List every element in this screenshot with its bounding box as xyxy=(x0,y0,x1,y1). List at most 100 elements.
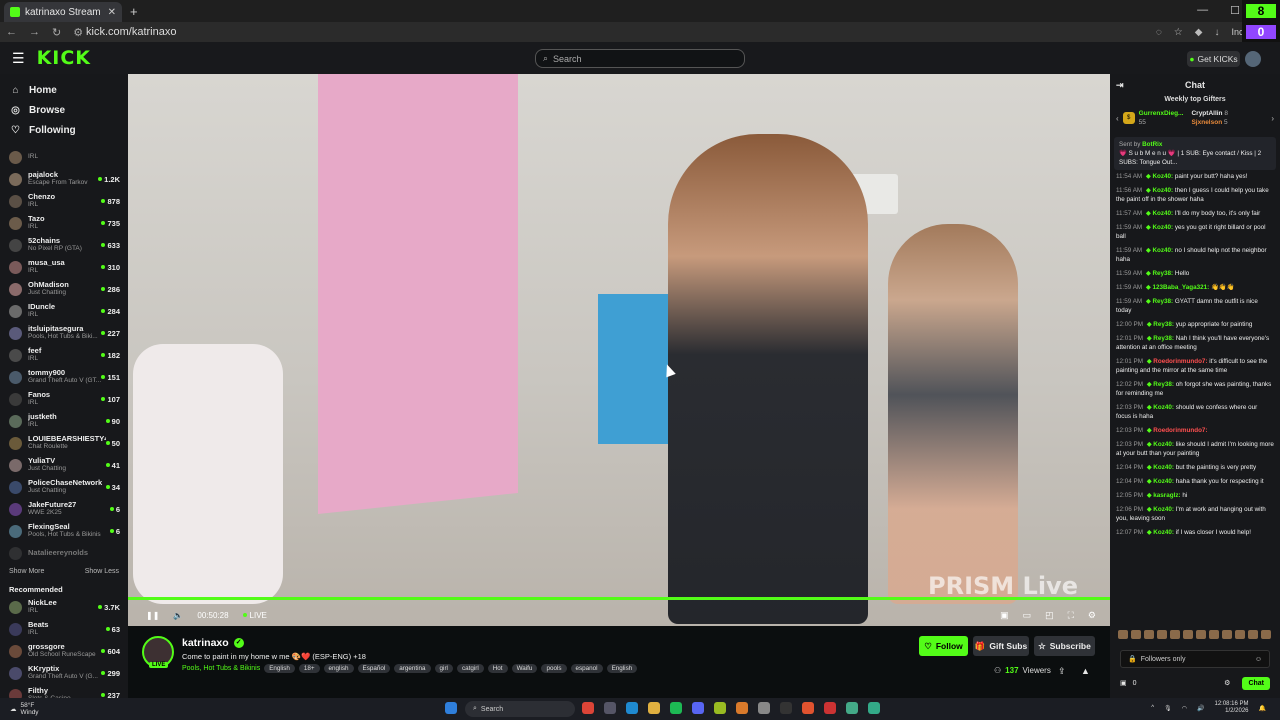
message-user[interactable]: Koz40: xyxy=(1152,210,1173,217)
emote-icon[interactable] xyxy=(1144,630,1154,639)
get-kicks-button[interactable]: ● Get KICKs xyxy=(1187,51,1240,67)
weather-widget[interactable]: ☁ 58°F Windy xyxy=(10,702,39,716)
message-user[interactable]: Koz40: xyxy=(1153,506,1174,513)
chevron-right-icon[interactable]: › xyxy=(1271,114,1274,123)
channel-item[interactable]: Chenzo IRL 878 xyxy=(0,190,128,212)
message-user[interactable]: kasraglz: xyxy=(1153,492,1180,499)
emote-icon[interactable] xyxy=(1183,630,1193,639)
message-user[interactable]: 123Baba_Yaga321: xyxy=(1152,284,1209,291)
channel-item[interactable]: grossgore Old School RuneScape 604 xyxy=(0,640,128,662)
emote-icon[interactable] xyxy=(1222,630,1232,639)
new-tab-icon[interactable]: + xyxy=(130,4,138,19)
message-user[interactable]: Rey38: xyxy=(1153,321,1174,328)
emote-icon[interactable] xyxy=(1248,630,1258,639)
browser-tab[interactable]: katrinaxo Stream - Watch L ✕ xyxy=(4,2,122,22)
theater-icon[interactable]: ▭ xyxy=(1023,610,1032,621)
emote-icon[interactable] xyxy=(1261,630,1271,639)
share-icon[interactable]: ⇪ xyxy=(1058,666,1066,677)
volume-icon[interactable]: 🔈 xyxy=(173,611,183,620)
site-info-icon[interactable]: ⚙ xyxy=(73,26,83,39)
chevron-up-icon[interactable]: ^ xyxy=(1151,705,1154,711)
channel-item[interactable]: KKryptix Grand Theft Auto V (G... 299 xyxy=(0,662,128,684)
search-input[interactable]: ⌕ Search xyxy=(535,49,745,68)
gift-subs-button[interactable]: 🎁 Gift Subs xyxy=(973,636,1029,656)
discord-icon[interactable] xyxy=(692,702,704,714)
channel-item[interactable]: JakeFuture27 WWE 2K25 6 xyxy=(0,498,128,520)
maximize-icon[interactable]: ☐ xyxy=(1230,4,1240,17)
stream-tag[interactable]: girl xyxy=(434,664,453,673)
reload-icon[interactable]: ↻ xyxy=(52,26,61,39)
forward-icon[interactable]: → xyxy=(29,26,40,39)
message-user[interactable]: Roedorinmundo7: xyxy=(1153,427,1207,434)
emote-icon[interactable] xyxy=(1235,630,1245,639)
channel-item[interactable]: Natalieereynolds xyxy=(0,542,128,564)
channel-item[interactable]: pajalock Escape From Tarkov 1.2K xyxy=(0,168,128,190)
volume-icon[interactable]: 🔊 xyxy=(1197,705,1204,712)
tab-close-icon[interactable]: ✕ xyxy=(108,7,116,18)
channel-item[interactable]: tommy900 Grand Theft Auto V (GT... 151 xyxy=(0,366,128,388)
terminal-icon[interactable] xyxy=(780,702,792,714)
message-user[interactable]: Koz40: xyxy=(1152,173,1173,180)
channel-item[interactable]: justketh IRL 90 xyxy=(0,410,128,432)
clock[interactable]: 12:08:16 PM 1/2/2026 xyxy=(1214,701,1248,715)
message-user[interactable]: Koz40: xyxy=(1153,441,1174,448)
channel-item[interactable]: PoliceChaseNetwork Just Chatting 34 xyxy=(0,476,128,498)
message-user[interactable]: Koz40: xyxy=(1153,464,1174,471)
report-icon[interactable]: ▲ xyxy=(1081,666,1090,676)
stream-tag[interactable]: Waifu xyxy=(511,664,538,673)
wifi-icon[interactable]: ◠ xyxy=(1182,705,1187,712)
gifter-name[interactable]: Sjxnelson xyxy=(1191,119,1222,126)
app-icon[interactable] xyxy=(736,702,748,714)
gifter-name[interactable]: GurrenxDieg... xyxy=(1139,109,1184,118)
stream-tag[interactable]: pools xyxy=(541,664,567,673)
stream-tag[interactable]: english xyxy=(323,664,354,673)
subscribe-button[interactable]: ☆ Subscribe xyxy=(1034,636,1095,656)
taskbar-search[interactable]: ⌕ Search xyxy=(465,701,575,717)
brave-icon[interactable] xyxy=(802,702,814,714)
pinned-user[interactable]: BotRix xyxy=(1142,141,1162,148)
follow-button[interactable]: ♡ Follow xyxy=(919,636,968,656)
app-icon[interactable] xyxy=(846,702,858,714)
message-user[interactable]: Rey38: xyxy=(1153,381,1174,388)
stream-tag[interactable]: 18+ xyxy=(298,664,320,673)
chevron-left-icon[interactable]: ‹ xyxy=(1116,114,1119,123)
app-icon[interactable] xyxy=(824,702,836,714)
channel-item[interactable]: FilthySlots & Casino 237 xyxy=(0,684,128,698)
emoji-picker-icon[interactable]: ☺ xyxy=(1255,656,1262,663)
emote-icon[interactable] xyxy=(1209,630,1219,639)
message-user[interactable]: Koz40: xyxy=(1153,529,1174,536)
emote-icon[interactable] xyxy=(1196,630,1206,639)
channel-item[interactable]: feef IRL 182 xyxy=(0,344,128,366)
message-user[interactable]: Koz40: xyxy=(1152,187,1173,194)
message-user[interactable]: Roedorinmundo7: xyxy=(1153,358,1207,365)
channel-item[interactable]: musa_usa IRL 310 xyxy=(0,256,128,278)
stream-tag[interactable]: Hot xyxy=(487,664,508,673)
app-icon[interactable] xyxy=(868,702,880,714)
chrome-icon[interactable] xyxy=(582,702,594,714)
channel-item[interactable]: itsluipitasegura Pools, Hot Tubs & Biki..… xyxy=(0,322,128,344)
chat-send-button[interactable]: Chat xyxy=(1242,676,1270,690)
menu-icon[interactable]: ☰ xyxy=(12,50,25,67)
message-user[interactable]: Koz40: xyxy=(1153,404,1174,411)
message-user[interactable]: Rey38: xyxy=(1153,335,1174,342)
channel-item[interactable]: 52chains No Pixel RP (GTA) 633 xyxy=(0,234,128,256)
star-icon[interactable]: ☆ xyxy=(1174,27,1183,38)
clip-icon[interactable]: ▣ xyxy=(1000,610,1009,621)
chat-settings-icon[interactable]: ⚙ xyxy=(1224,679,1230,687)
channel-item[interactable]: Fanos IRL 107 xyxy=(0,388,128,410)
mic-icon[interactable]: 🎙 xyxy=(1164,705,1172,712)
channel-item[interactable]: IRL xyxy=(0,146,128,168)
back-icon[interactable]: ← xyxy=(6,26,17,39)
emote-icon[interactable] xyxy=(1118,630,1128,639)
settings-icon[interactable]: ⚙ xyxy=(1088,610,1096,621)
nav-following[interactable]: ♡ Following xyxy=(0,120,128,140)
minimize-icon[interactable]: — xyxy=(1197,4,1208,17)
pip-icon[interactable]: ◰ xyxy=(1045,610,1054,621)
app-icon[interactable] xyxy=(758,702,770,714)
stream-tag[interactable]: English xyxy=(606,664,638,673)
stream-category[interactable]: Pools, Hot Tubs & Bikinis xyxy=(182,665,260,672)
extension-icon[interactable]: ◆ xyxy=(1195,27,1203,38)
message-user[interactable]: Koz40: xyxy=(1153,478,1174,485)
emote-icon[interactable] xyxy=(1157,630,1167,639)
spotify-icon[interactable] xyxy=(670,702,682,714)
